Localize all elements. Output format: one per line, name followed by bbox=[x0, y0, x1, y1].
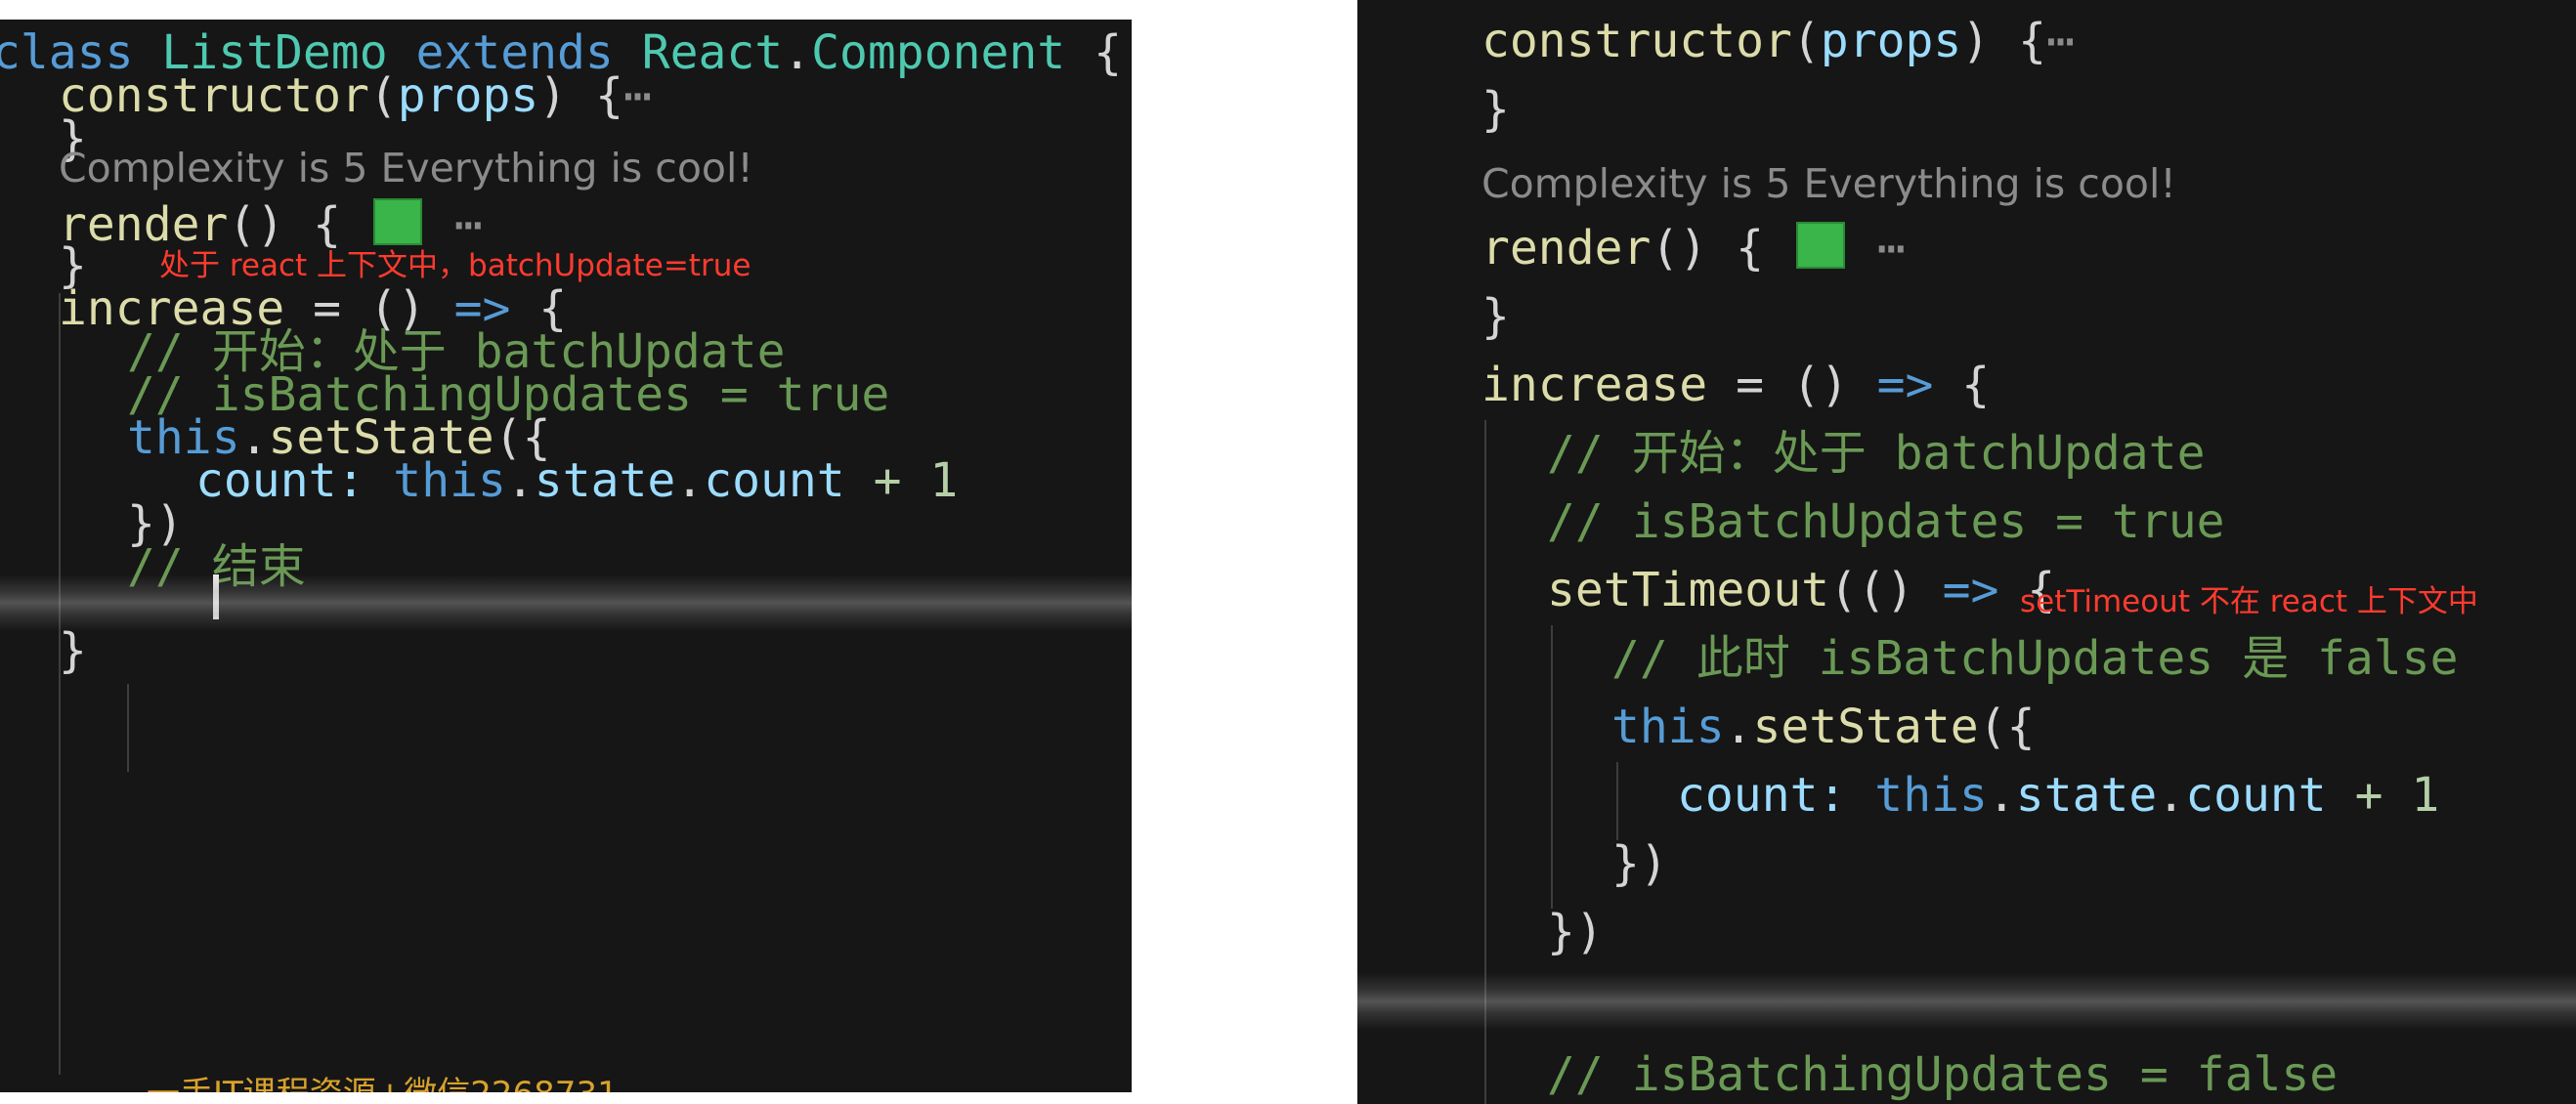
arrow: => bbox=[1942, 563, 1999, 617]
green-square-icon bbox=[372, 198, 422, 245]
code-line-constructor[interactable]: constructor(props) {⋯ bbox=[1481, 12, 2075, 70]
code-line-settimeout: setTimeout(() => { bbox=[1547, 561, 2055, 619]
green-square-icon bbox=[1795, 222, 1845, 269]
arrow-args: (() bbox=[1828, 563, 1943, 617]
annotation-settimeout: setTimeout 不在 react 上下文中 bbox=[2020, 584, 2478, 619]
indent-guide bbox=[1616, 762, 1618, 840]
dot: . bbox=[675, 453, 705, 508]
count-prop: count bbox=[2185, 768, 2327, 823]
state-prop: state bbox=[2015, 768, 2158, 823]
this-kw: this bbox=[393, 453, 506, 508]
close-obj: }) bbox=[1611, 836, 1668, 891]
code-line-count: count: this.state.count + 1 bbox=[195, 451, 958, 510]
paren-brace: ) { bbox=[1961, 14, 2046, 68]
increase-fn: increase bbox=[1481, 358, 1708, 412]
complexity-codelens[interactable]: Complexity is 5 Everything is cool! bbox=[1481, 156, 2176, 211]
brace: } bbox=[1481, 289, 1510, 344]
brace: { bbox=[1065, 25, 1122, 80]
code-line-close: } bbox=[1481, 287, 1510, 346]
render-fn: render bbox=[1481, 221, 1652, 276]
dot: . bbox=[505, 453, 535, 508]
paren: ( bbox=[368, 68, 398, 123]
left-code-panel: class ListDemo extends React.Component {… bbox=[0, 20, 1132, 1092]
brace: { bbox=[1933, 358, 1991, 412]
this-kw: this bbox=[1611, 700, 1725, 754]
code-line-increase: increase = () => { bbox=[1481, 356, 1990, 414]
dot: . bbox=[2157, 768, 2186, 823]
dot: . bbox=[1987, 768, 2016, 823]
code-comment-false: // 此时 isBatchUpdates 是 false bbox=[1611, 631, 2459, 686]
code-line-close: } bbox=[1481, 80, 1510, 139]
count-key: count: bbox=[1677, 768, 1847, 823]
code-comment-batch: // isBatchUpdates = true bbox=[1547, 494, 2225, 549]
code-comment-start: // 开始：处于 batchUpdate bbox=[1547, 426, 2206, 481]
parens-brace: () { bbox=[1651, 221, 1764, 276]
right-code-panel: constructor(props) {⋯ } Complexity is 5 … bbox=[1357, 0, 2576, 1104]
video-blur-band bbox=[0, 574, 1132, 631]
plus-one: + 1 bbox=[844, 453, 959, 508]
indent-guide bbox=[1551, 625, 1553, 909]
close-obj: }) bbox=[1547, 905, 1604, 959]
props-param: props bbox=[397, 68, 539, 123]
brace: } bbox=[59, 623, 87, 678]
code-line-close-obj: }) bbox=[1611, 834, 1668, 893]
video-blur-band bbox=[1357, 973, 2576, 1030]
code-comment-end: // isBatchingUpdates = false bbox=[1547, 1047, 2339, 1102]
paren-brace: ({ bbox=[1978, 700, 2036, 754]
component-name: Component bbox=[811, 25, 1066, 80]
folded-ellipsis-icon[interactable]: ⋯ bbox=[1877, 221, 1906, 276]
indent-guide bbox=[59, 293, 61, 1075]
settimeout-fn: setTimeout bbox=[1547, 563, 1829, 617]
code-line-constructor[interactable]: constructor(props) {⋯ bbox=[59, 66, 652, 125]
paren-brace: ) { bbox=[538, 68, 623, 123]
plus-one: + 1 bbox=[2326, 768, 2440, 823]
this-kw: this bbox=[1874, 768, 1988, 823]
constructor-fn: constructor bbox=[59, 68, 369, 123]
count-key: count: bbox=[195, 453, 365, 508]
constructor-fn: constructor bbox=[1481, 14, 1792, 68]
equals-parens: = () bbox=[1707, 358, 1877, 412]
code-line-close: } bbox=[59, 621, 87, 680]
code-line-setstate: this.setState({ bbox=[1611, 698, 2035, 756]
parens-brace: () { bbox=[228, 197, 341, 252]
indent-guide bbox=[127, 684, 129, 772]
code-line-render[interactable]: render() { ⋯ bbox=[1481, 219, 1906, 277]
brace: } bbox=[1481, 82, 1510, 137]
dot: . bbox=[1724, 700, 1753, 754]
complexity-codelens[interactable]: Complexity is 5 Everything is cool! bbox=[59, 141, 753, 195]
watermark-text: 一手IT课程资源+微信2268731 bbox=[147, 1075, 619, 1092]
count-prop: count bbox=[704, 453, 845, 508]
folded-ellipsis-icon[interactable]: ⋯ bbox=[623, 68, 652, 123]
folded-ellipsis-icon[interactable]: ⋯ bbox=[454, 197, 483, 252]
folded-ellipsis-icon[interactable]: ⋯ bbox=[2046, 14, 2075, 68]
code-line-count: count: this.state.count + 1 bbox=[1677, 766, 2439, 825]
dot: . bbox=[783, 25, 812, 80]
code-line-close-obj: }) bbox=[1547, 903, 1604, 961]
code-line-render[interactable]: render() { ⋯ bbox=[59, 195, 483, 254]
react-name: React bbox=[641, 25, 784, 80]
paren: ( bbox=[1791, 14, 1821, 68]
props-param: props bbox=[1820, 14, 1962, 68]
setstate-fn: setState bbox=[1752, 700, 1979, 754]
arrow: => bbox=[1876, 358, 1934, 412]
state-prop: state bbox=[534, 453, 676, 508]
